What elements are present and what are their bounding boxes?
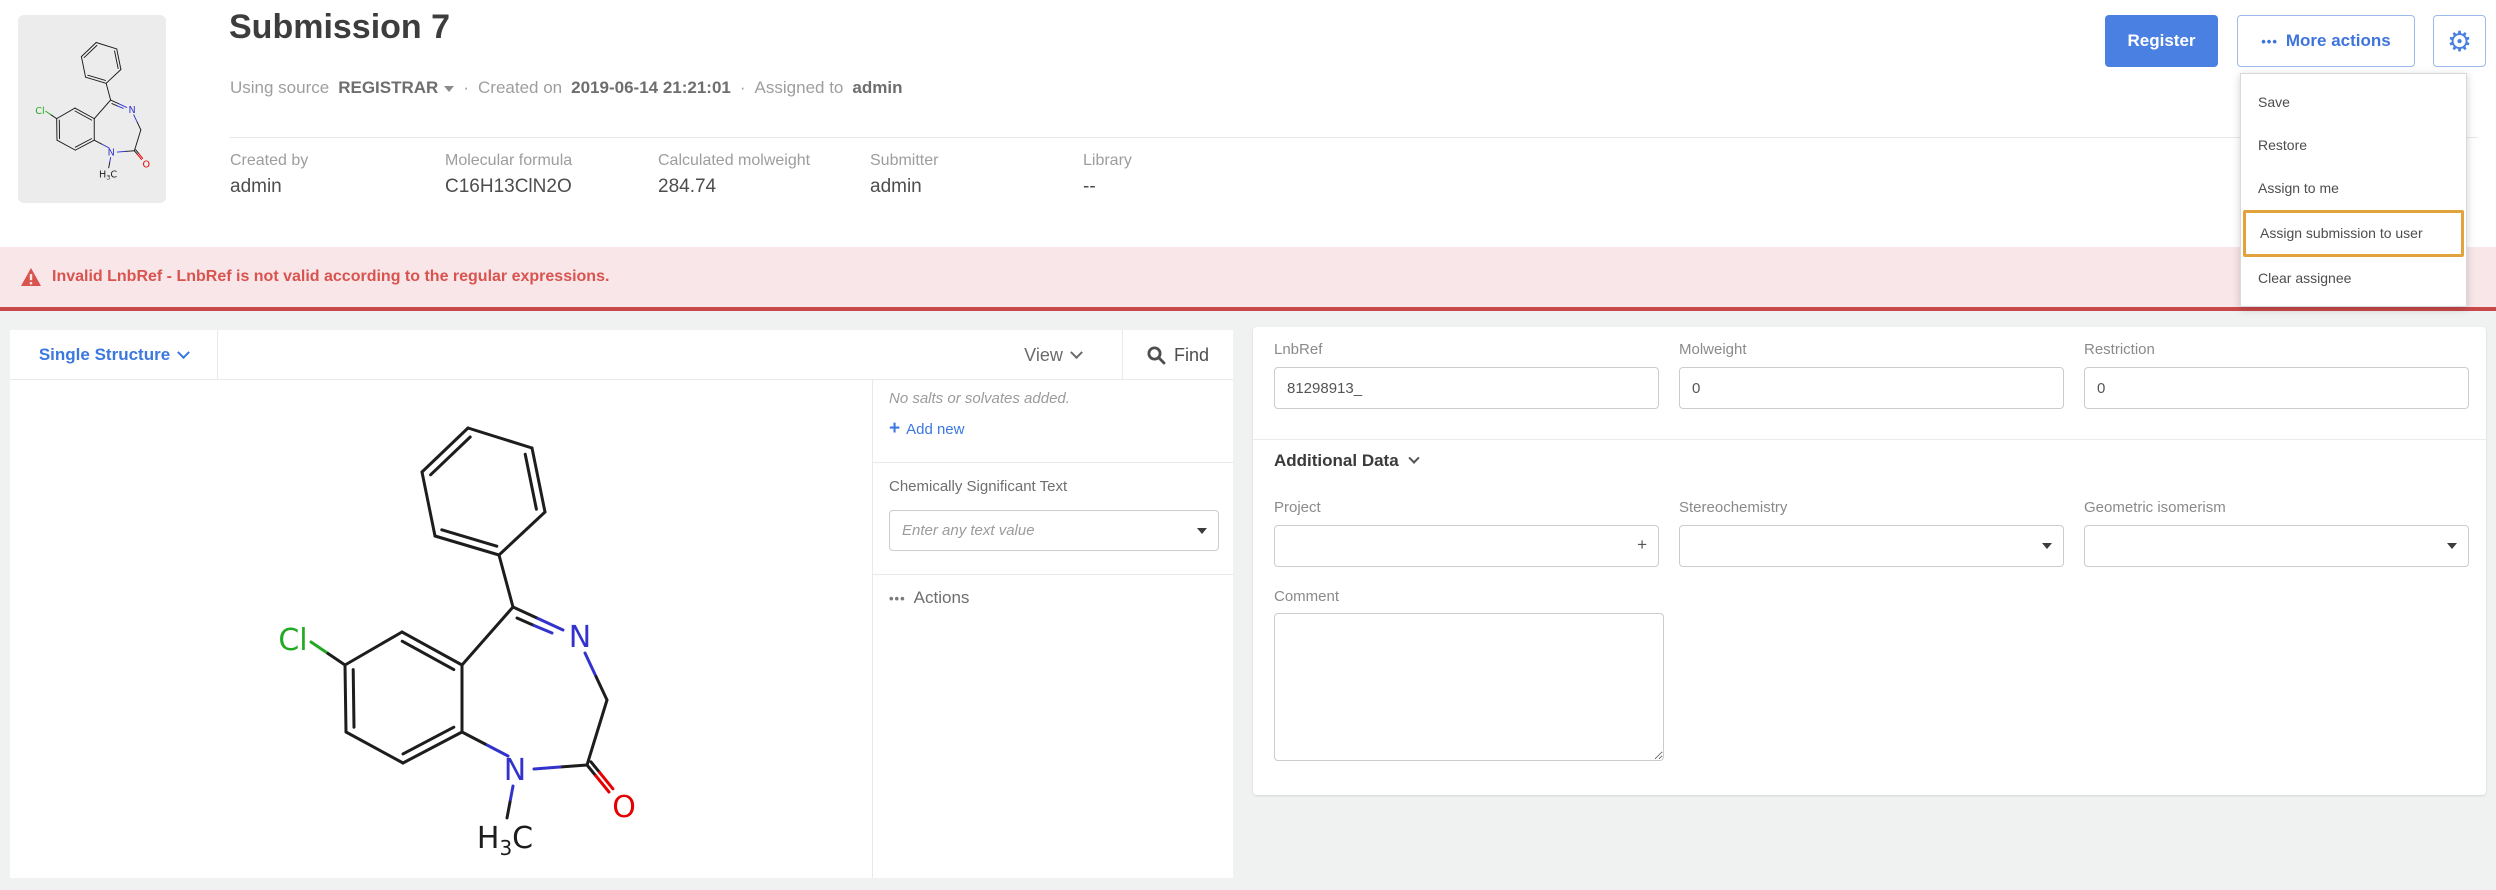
submission-subline: Using source REGISTRAR · Created on 2019… (230, 78, 902, 98)
warning-icon (20, 267, 42, 287)
submission-form-card: LnbRef Molweight Restriction Additional … (1253, 327, 2486, 795)
find-button[interactable]: Find (1122, 330, 1233, 380)
meta-calculated-molweight: Calculated molweight 284.74 (658, 152, 810, 198)
divider (873, 462, 1234, 463)
meta-molecular-formula: Molecular formula C16H13ClN2O (445, 152, 572, 198)
meta-library: Library -- (1083, 152, 1132, 198)
stereochemistry-field (1679, 525, 2064, 567)
geometric-isomerism-field (2084, 525, 2469, 567)
molecule-thumbnail (18, 15, 166, 203)
page-header: Submission 7 Using source REGISTRAR · Cr… (0, 0, 2496, 247)
stereochemistry-label: Stereochemistry (1679, 499, 1787, 516)
dot-separator: · (740, 78, 746, 98)
ellipsis-icon: ••• (2261, 34, 2278, 49)
menu-item-assign-submission-to-user[interactable]: Assign submission to user (2243, 210, 2464, 257)
project-input[interactable] (1274, 525, 1659, 567)
structure-type-dropdown[interactable]: Single Structure (10, 330, 218, 380)
structure-toolbar: Single Structure View Find (10, 330, 1233, 380)
chevron-down-icon (177, 346, 190, 359)
project-field: + (1274, 525, 1659, 567)
chevron-down-icon (1070, 346, 1083, 359)
ellipsis-icon: ••• (889, 591, 906, 606)
menu-item-clear-assignee[interactable]: Clear assignee (2241, 257, 2466, 300)
cst-label: Chemically Significant Text (889, 478, 1067, 495)
error-banner-text: Invalid LnbRef - LnbRef is not valid acc… (52, 268, 609, 286)
salts-sidebar: No salts or solvates added. + Add new Ch… (872, 380, 1233, 878)
molecule-canvas (10, 380, 872, 878)
chevron-down-icon (1408, 453, 1419, 464)
created-on-value: 2019-06-14 21:21:01 (571, 78, 731, 98)
plus-icon: + (889, 418, 900, 440)
geometric-isomerism-label: Geometric isomerism (2084, 499, 2226, 516)
comment-textarea[interactable] (1274, 613, 1664, 761)
divider (1253, 439, 2486, 440)
add-new-link[interactable]: + Add new (889, 418, 964, 440)
page-title: Submission 7 (229, 8, 450, 47)
assigned-to-label: Assigned to (755, 78, 844, 98)
created-on-label: Created on (478, 78, 562, 98)
structure-panel: Single Structure View Find No salts or s… (10, 330, 1233, 878)
more-actions-menu: Save Restore Assign to me Assign submiss… (2240, 73, 2467, 307)
search-icon (1147, 346, 1166, 365)
molweight-field (1679, 367, 2064, 409)
menu-item-save[interactable]: Save (2241, 81, 2466, 124)
project-label: Project (1274, 499, 1321, 516)
source-dropdown[interactable]: REGISTRAR (338, 78, 454, 98)
view-dropdown[interactable]: View (995, 330, 1110, 380)
lnbref-input[interactable] (1274, 367, 1659, 409)
register-button[interactable]: Register (2105, 15, 2218, 67)
geometric-isomerism-select[interactable] (2084, 525, 2469, 567)
additional-data-toggle[interactable]: Additional Data (1274, 451, 1418, 471)
stereochemistry-select[interactable] (1679, 525, 2064, 567)
salts-empty-text: No salts or solvates added. (889, 390, 1070, 407)
restriction-label: Restriction (2084, 341, 2155, 358)
more-actions-button[interactable]: ••• More actions (2237, 15, 2415, 67)
error-banner: Invalid LnbRef - LnbRef is not valid acc… (0, 247, 2496, 311)
cst-field (889, 510, 1219, 551)
menu-item-restore[interactable]: Restore (2241, 124, 2466, 167)
meta-submitter: Submitter admin (870, 152, 938, 198)
meta-created-by: Created by admin (230, 152, 308, 198)
settings-button[interactable]: ⚙ (2433, 15, 2486, 67)
header-divider (230, 137, 2478, 138)
molecule-thumbnail-drawing (30, 30, 154, 188)
chevron-down-icon (444, 86, 454, 92)
menu-item-assign-to-me[interactable]: Assign to me (2241, 167, 2466, 210)
cst-input[interactable] (889, 510, 1219, 551)
dot-separator: · (463, 78, 469, 98)
gear-icon: ⚙ (2447, 25, 2472, 58)
lnbref-field (1274, 367, 1659, 409)
divider (873, 574, 1234, 575)
lnbref-label: LnbRef (1274, 341, 1322, 358)
restriction-field (2084, 367, 2469, 409)
restriction-input[interactable] (2084, 367, 2469, 409)
actions-menu[interactable]: ••• Actions (889, 588, 969, 608)
comment-label: Comment (1274, 588, 1339, 605)
using-source-label: Using source (230, 78, 329, 98)
molweight-input[interactable] (1679, 367, 2064, 409)
molweight-label: Molweight (1679, 341, 1747, 358)
assigned-to-value: admin (852, 78, 902, 98)
comment-field (1274, 613, 1664, 761)
